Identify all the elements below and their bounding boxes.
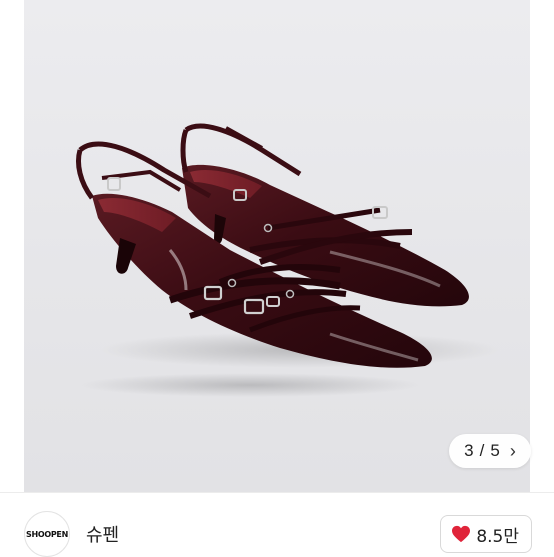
like-button[interactable]: 8.5만 bbox=[440, 515, 532, 553]
pager-separator: / bbox=[479, 441, 485, 460]
pager-current: 3 bbox=[464, 441, 474, 460]
product-image-gallery[interactable]: 3 / 5 › bbox=[0, 0, 554, 492]
image-pager[interactable]: 3 / 5 › bbox=[449, 434, 531, 468]
seller-bar: SHOOPEN 슈펜 8.5만 bbox=[0, 492, 554, 557]
product-image-shoes bbox=[76, 123, 500, 397]
avatar[interactable]: SHOOPEN bbox=[24, 511, 70, 557]
chevron-right-icon[interactable]: › bbox=[510, 441, 516, 462]
avatar-logo-text: SHOOPEN bbox=[26, 529, 68, 539]
seller-info[interactable]: SHOOPEN 슈펜 bbox=[24, 511, 119, 557]
pager-total: 5 bbox=[490, 441, 500, 460]
heart-icon bbox=[452, 525, 471, 543]
like-count: 8.5만 bbox=[476, 526, 519, 547]
seller-name[interactable]: 슈펜 bbox=[86, 521, 119, 547]
